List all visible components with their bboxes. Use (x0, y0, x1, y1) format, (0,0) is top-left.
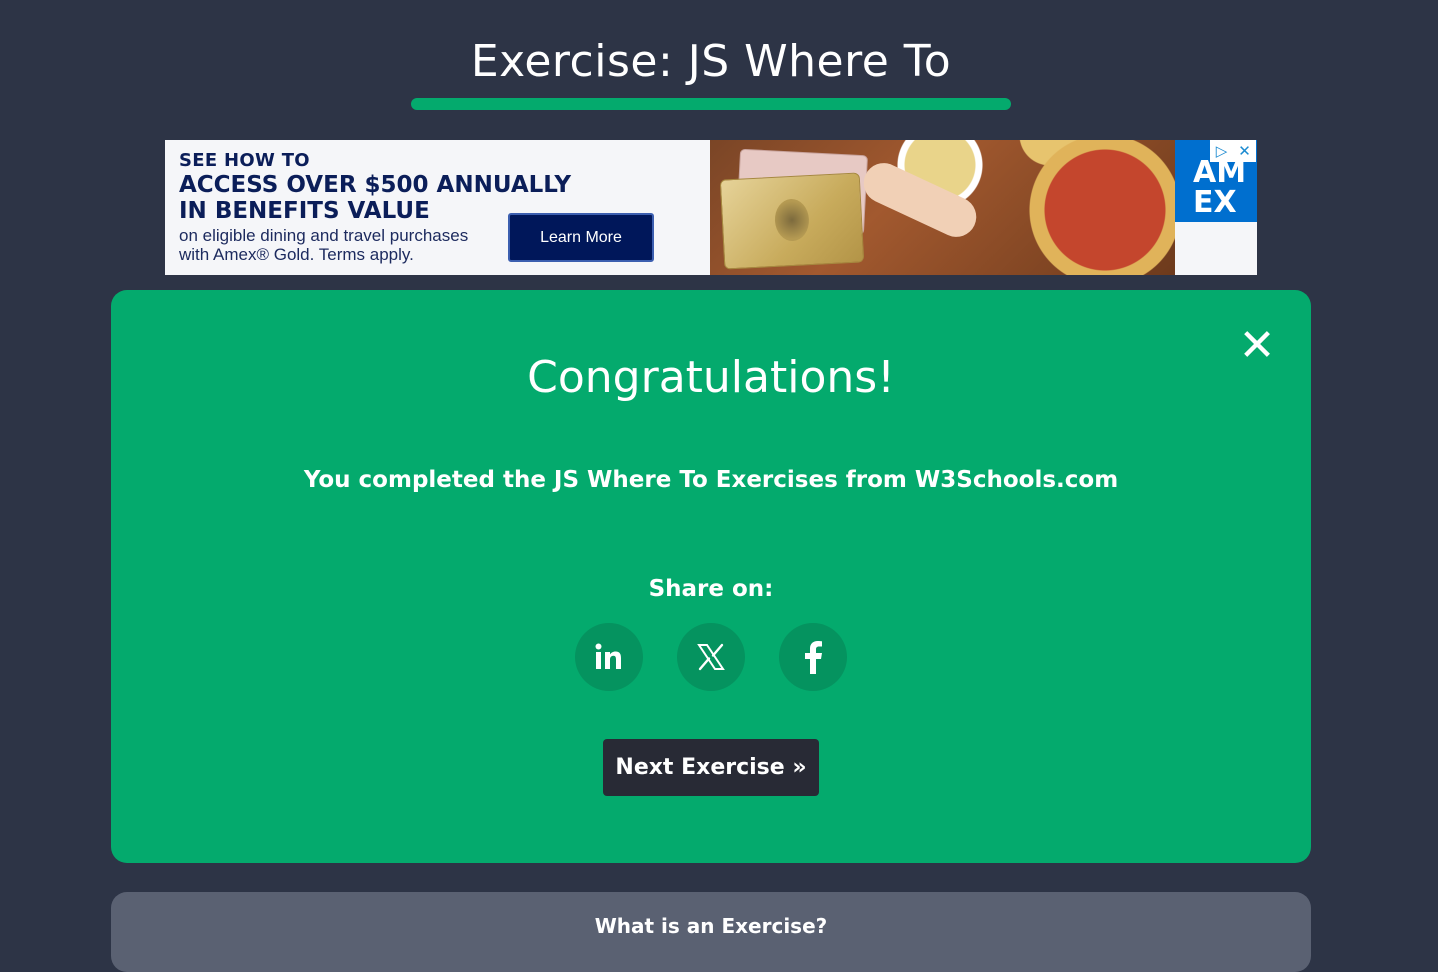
ad-card-image-front (719, 172, 865, 270)
ad-learn-more-button[interactable]: Learn More (508, 213, 654, 262)
page-title: Exercise: JS Where To (470, 36, 952, 87)
congrats-heading: Congratulations! (527, 352, 895, 403)
info-heading: What is an Exercise? (594, 914, 828, 938)
x-icon (697, 643, 725, 671)
info-card: What is an Exercise? (111, 892, 1311, 972)
ad-banner[interactable]: SEE HOW TO ACCESS OVER $500 ANNUALLY IN … (165, 140, 1257, 275)
congrats-card: ✕ Congratulations! You completed the JS … (111, 290, 1311, 863)
ad-close-icon[interactable]: ✕ (1233, 140, 1256, 162)
ad-hand-image (857, 156, 983, 244)
ad-headline-small: SEE HOW TO (179, 150, 310, 171)
adchoices-icon[interactable]: ▷ (1210, 140, 1233, 162)
next-exercise-button[interactable]: Next Exercise » (603, 739, 819, 796)
ad-choices[interactable]: ▷ ✕ (1210, 140, 1257, 162)
share-buttons (575, 623, 847, 691)
facebook-icon (805, 641, 822, 674)
ad-photo (710, 140, 1175, 275)
title-underline (411, 98, 1011, 110)
share-linkedin-button[interactable] (575, 623, 643, 691)
ad-headline-large: ACCESS OVER $500 ANNUALLY (179, 172, 572, 198)
share-x-button[interactable] (677, 623, 745, 691)
share-facebook-button[interactable] (779, 623, 847, 691)
completion-message: You completed the JS Where To Exercises … (303, 467, 1119, 493)
share-label: Share on: (648, 576, 774, 602)
linkedin-icon (595, 643, 621, 669)
